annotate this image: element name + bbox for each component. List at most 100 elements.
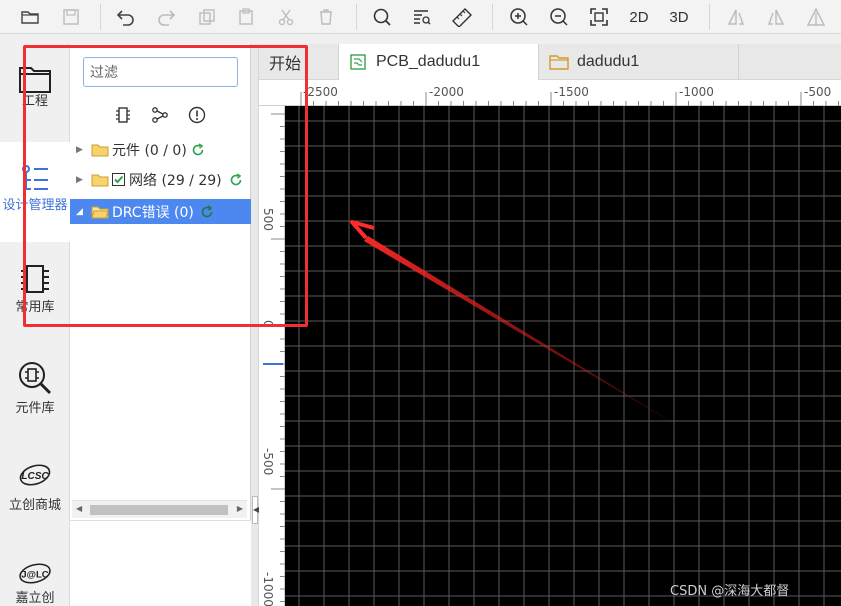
rail-item-design-manager[interactable]: 设计管理器 [0,142,70,242]
lcsc-logo-icon: LCSC [19,464,51,486]
collapse-panel-icon[interactable]: ◀ [252,496,259,524]
project-folder-icon [19,67,51,93]
design-manager-icon [22,165,48,190]
tree-node-components[interactable]: ▶ 元件 (0 / 0) [70,137,251,162]
pcb-canvas[interactable] [285,106,841,606]
tree-node-label: 网络 (29 / 29) [129,172,222,189]
ruler-top-ticks [300,92,839,106]
canvas-grid [285,106,841,606]
chip-icon [21,265,49,293]
scroll-left-icon[interactable]: ◀ [76,504,82,513]
ruler-left-label: 500 [261,208,275,231]
left-rail: 工程 设计管理器 常用库 元件库 LCSC 立创商城 J@LC 嘉立创 [0,44,70,606]
ruler-left-label: -1000 [261,572,275,606]
panel-splitter[interactable]: ◀ [251,44,259,606]
ruler-top-label: -2500 [303,85,338,99]
tree-node-nets[interactable]: ▶ 网络 (29 / 29) [70,167,251,192]
expand-arrow-icon[interactable]: ▶ [76,145,85,155]
folder-open-icon[interactable] [17,4,43,30]
scrollbar-thumb[interactable] [90,505,228,515]
warning-triangle-icon[interactable] [803,4,829,30]
zoom-in-icon[interactable] [506,4,532,30]
view-2d-label: 2D [629,8,649,26]
redo-icon[interactable] [153,4,179,30]
view-3d-button[interactable]: 3D [664,4,694,30]
toolbar-separator [492,4,493,30]
net-filter-icon[interactable] [151,106,169,128]
tree-tools [70,106,251,128]
ruler-left-label: -500 [261,448,275,476]
rail-label-design-manager: 设计管理器 [2,198,68,213]
folder-icon [91,174,109,186]
rail-label-project: 工程 [21,94,48,109]
panel-bottom-area [70,520,251,606]
watermark: CSDN @深海大都督 [670,584,790,599]
rail-item-component-library[interactable]: 元件库 [0,356,70,446]
fit-view-icon[interactable] [586,4,612,30]
toolbar-separator [100,4,101,30]
search-icon[interactable] [369,4,395,30]
app-window: 2D 3D 工程 设计管理器 常用库 元件库 LCSC 立创商城 J@LC 嘉立… [0,0,841,606]
tree-node-label: DRC错误 (0) [112,204,194,221]
ruler-left: 500 0 -500 -1000 [259,106,285,606]
document-tabs: 开始 PCB_dadudu1 dadudu1 [259,44,841,80]
collapse-arrow-icon[interactable]: ◢ [76,207,85,217]
tab-start[interactable]: 开始 [259,44,339,80]
rail-item-lcsc-mall[interactable]: LCSC 立创商城 [0,456,70,546]
main-toolbar: 2D 3D [0,0,841,34]
refresh-icon[interactable] [191,142,205,157]
cut-icon[interactable] [273,4,299,30]
tree-node-drc-errors[interactable]: ◢ DRC错误 (0) [70,199,251,224]
toolbar-separator [356,4,357,30]
view-3d-label: 3D [669,8,689,26]
nets-checkbox[interactable] [112,173,125,186]
toolbar-separator [709,4,710,30]
scroll-right-icon[interactable]: ▶ [237,504,243,513]
filter-input[interactable] [83,57,238,87]
rail-label-component-library: 元件库 [15,401,55,416]
panel-horizontal-scrollbar[interactable]: ◀ ▶ [72,500,247,518]
component-search-icon [19,362,52,395]
undo-icon[interactable] [113,4,139,30]
refresh-icon[interactable] [200,204,214,219]
tab-pcb-dadudu1[interactable]: PCB_dadudu1 [339,44,539,80]
find-list-icon[interactable] [409,4,435,30]
tab-dadudu1[interactable]: dadudu1 [539,44,739,80]
svg-text:LCSC: LCSC [21,471,49,482]
tab-label: PCB_dadudu1 [376,53,481,70]
paste-icon[interactable] [233,4,259,30]
rail-item-jlc[interactable]: J@LC 嘉立创 [0,556,70,606]
refresh-icon[interactable] [229,172,243,187]
ruler-left-label: 0 [261,320,275,328]
rail-item-project[interactable]: 工程 [0,44,70,142]
svg-text:J@LC: J@LC [21,569,49,580]
rail-item-common-library[interactable]: 常用库 [0,256,70,346]
expand-arrow-icon[interactable]: ▶ [76,175,85,185]
delete-icon[interactable] [313,4,339,30]
ruler-icon[interactable] [449,4,475,30]
rail-label-common-library: 常用库 [15,300,55,315]
flip-left-icon[interactable] [723,4,749,30]
copy-icon[interactable] [194,4,220,30]
ruler-top-label: -1500 [554,85,589,99]
save-icon[interactable] [58,4,84,30]
drc-filter-icon[interactable] [188,106,206,128]
folder-open-tree-icon [91,206,109,218]
tab-label: 开始 [269,56,302,73]
rail-label-lcsc-mall: 立创商城 [8,498,61,513]
folder-icon [91,144,109,156]
tree-node-label: 元件 (0 / 0) [112,142,187,159]
zoom-out-icon[interactable] [546,4,572,30]
folder-icon [549,55,569,70]
design-manager-panel: ▶ 元件 (0 / 0) ▶ 网络 (29 / 29) ◢ DRC错误 (0) … [70,44,251,606]
ruler-top-label: -1000 [679,85,714,99]
jlc-logo-icon: J@LC [19,563,51,584]
component-filter-icon[interactable] [114,106,132,128]
ruler-top-label: -500 [804,85,832,99]
pcb-icon [350,54,366,70]
flip-right-icon[interactable] [763,4,789,30]
view-2d-button[interactable]: 2D [624,4,654,30]
tab-label: dadudu1 [577,53,640,70]
ruler-left-ticks [263,113,285,602]
ruler-top-label: -2000 [429,85,464,99]
